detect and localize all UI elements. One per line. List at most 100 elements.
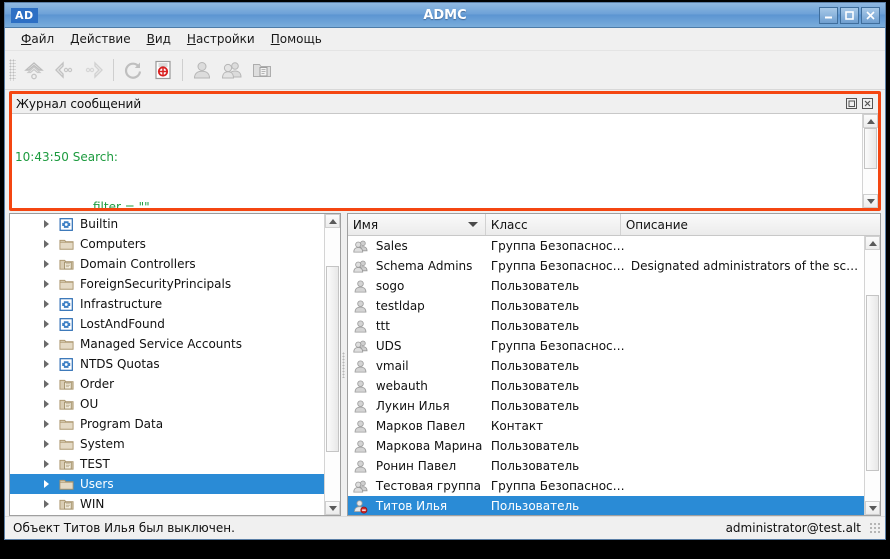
tree-scroll-down-button[interactable] [325,501,340,515]
tree-item-foreignsecurityprincipals[interactable]: ForeignSecurityPrincipals [10,274,324,294]
expand-arrow-icon[interactable] [36,360,56,368]
chevron-up-icon [329,219,337,224]
tree-item-infrastructure[interactable]: Infrastructure [10,294,324,314]
object-tree[interactable]: BuiltinComputers Domain Controllers Foreig… [10,214,324,515]
scroll-down-button[interactable] [863,194,878,208]
tree-item-label: WIN [76,497,104,511]
column-header-description[interactable]: Описание [621,214,880,235]
tree-scroll-up-button[interactable] [325,214,340,228]
tree-item-win[interactable]: WIN [10,494,324,514]
table-row[interactable]: Ронин ПавелПользователь [348,456,864,476]
forward-icon[interactable] [79,55,109,85]
close-icon[interactable] [861,97,874,110]
tree-item-system[interactable]: System [10,434,324,454]
expand-arrow-icon[interactable] [36,340,56,348]
expand-arrow-icon[interactable] [36,500,56,508]
tree-item-ntds-quotas[interactable]: NTDS Quotas [10,354,324,374]
minimize-button[interactable] [819,7,838,24]
table-row[interactable]: sogoПользователь [348,276,864,296]
close-button[interactable] [861,7,880,24]
group-icon [348,239,370,254]
scroll-track[interactable] [863,128,878,194]
expand-arrow-icon[interactable] [36,240,56,248]
table-row[interactable]: Маркова МаринаПользователь [348,436,864,456]
column-header-name[interactable]: Имя [348,214,486,235]
list-scroll-up-button[interactable] [865,236,880,250]
expand-arrow-icon[interactable] [36,260,56,268]
user-icon [348,439,370,454]
table-row[interactable]: Марков ПавелКонтакт [348,416,864,436]
new-ou-icon[interactable] [247,55,277,85]
list-scroll-track[interactable] [865,250,880,501]
menu-settings[interactable]: Настройки [179,29,263,49]
resize-grip[interactable] [869,522,881,534]
tree-item-lostandfound[interactable]: LostAndFound [10,314,324,334]
container-icon [56,317,76,332]
table-row[interactable]: webauthПользователь [348,376,864,396]
filter-object-icon[interactable] [148,55,178,85]
list-scroll-down-button[interactable] [865,501,880,515]
toolbar-grip[interactable] [9,59,16,81]
table-row[interactable]: Лукин ИльяПользователь [348,396,864,416]
table-row[interactable]: SalesГруппа Безопасност... [348,236,864,256]
tree-item-объекты-групповой-политики[interactable]: Объекты групповой политики [10,514,324,515]
tree-item-test[interactable]: TEST [10,454,324,474]
column-header-class[interactable]: Класс [486,214,621,235]
back-icon[interactable] [49,55,79,85]
tree-item-order[interactable]: Order [10,374,324,394]
table-row[interactable]: Титов ИльяПользователь [348,496,864,515]
tree-scrollbar[interactable] [324,214,340,515]
refresh-icon[interactable] [118,55,148,85]
tree-item-builtin[interactable]: Builtin [10,214,324,234]
table-row[interactable]: testldapПользователь [348,296,864,316]
group-icon [348,479,370,494]
chevron-down-icon [329,506,337,511]
tree-scroll-track[interactable] [325,228,340,501]
tree-item-domain-controllers[interactable]: Domain Controllers [10,254,324,274]
expand-arrow-icon[interactable] [36,480,56,488]
table-row[interactable]: vmailПользователь [348,356,864,376]
scroll-thumb[interactable] [864,128,877,169]
table-row[interactable]: UDSГруппа Безопасност... [348,336,864,356]
scroll-up-button[interactable] [863,114,878,128]
new-group-icon[interactable] [217,55,247,85]
tree-item-program-data[interactable]: Program Data [10,414,324,434]
column-header-description-label: Описание [626,218,688,232]
table-row[interactable]: Тестовая группаГруппа Безопасност... [348,476,864,496]
container-icon [56,357,76,372]
ou-icon [56,397,76,412]
menu-view[interactable]: Вид [139,29,179,49]
tree-item-users[interactable]: Users [10,474,324,494]
expand-arrow-icon[interactable] [36,460,56,468]
tree-scroll-thumb[interactable] [326,266,339,452]
menu-help[interactable]: Помощь [263,29,330,49]
title-bar[interactable]: AD ADMC [5,3,885,28]
message-log-title-bar[interactable]: Журнал сообщений [12,94,878,114]
tree-item-ou[interactable]: OU [10,394,324,414]
message-log-scrollbar[interactable] [862,114,878,208]
expand-arrow-icon[interactable] [36,220,56,228]
expand-arrow-icon[interactable] [36,420,56,428]
maximize-button[interactable] [840,7,859,24]
list-scrollbar[interactable] [864,236,880,515]
expand-arrow-icon[interactable] [36,300,56,308]
expand-arrow-icon[interactable] [36,440,56,448]
status-bar: Объект Титов Илья был выключен. administ… [5,516,885,539]
up-one-level-icon[interactable] [19,55,49,85]
expand-arrow-icon[interactable] [36,400,56,408]
tree-item-computers[interactable]: Computers [10,234,324,254]
expand-arrow-icon[interactable] [36,380,56,388]
message-log-text[interactable]: 10:43:50 Search: filter = "" attributes … [12,114,862,208]
list-scroll-thumb[interactable] [866,295,879,471]
float-icon[interactable] [845,97,858,110]
menu-file[interactable]: Файл [13,29,62,49]
tree-item-label: Domain Controllers [76,257,196,271]
new-user-icon[interactable] [187,55,217,85]
table-row[interactable]: Schema AdminsГруппа Безопасност...Design… [348,256,864,276]
object-list-rows[interactable]: SalesГруппа Безопасност...Schema AdminsГ… [348,236,864,515]
menu-action[interactable]: Действие [62,29,138,49]
expand-arrow-icon[interactable] [36,320,56,328]
tree-item-managed-service-accounts[interactable]: Managed Service Accounts [10,334,324,354]
table-row[interactable]: tttПользователь [348,316,864,336]
expand-arrow-icon[interactable] [36,280,56,288]
